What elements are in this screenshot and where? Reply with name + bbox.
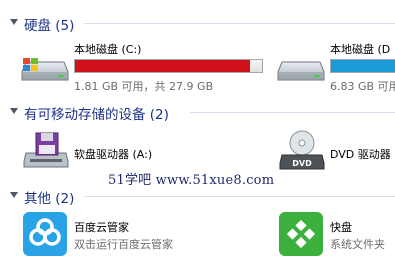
section-divider [190, 112, 395, 113]
drive-usage-fill [331, 60, 395, 72]
drive-usage-bar [330, 59, 395, 73]
collapse-arrow-icon[interactable] [10, 108, 18, 114]
windows-drive-icon [21, 58, 69, 81]
section-header-removable[interactable]: 有可移动存储的设备 (2) [0, 101, 395, 123]
device-name: 软盘驱动器 (A:) [74, 148, 153, 161]
collapse-arrow-icon[interactable] [10, 192, 18, 198]
section-title: 硬盘 (5) [24, 18, 75, 34]
drive-name: 本地磁盘 (D [330, 43, 391, 56]
other-item-baidu-cloud[interactable]: 百度云管家 双击运行百度云管家 [18, 210, 258, 260]
collapse-arrow-icon[interactable] [10, 19, 18, 25]
floppy-drive-icon [23, 132, 69, 168]
section-title: 有可移动存储的设备 (2) [24, 107, 169, 123]
item-name: 快盘 [330, 221, 352, 234]
drive-space-text: 6.83 GB 可用 [330, 80, 395, 93]
section-header-hard-disks[interactable]: 硬盘 (5) [0, 12, 395, 34]
dvd-drive-icon: DVD [279, 130, 325, 170]
device-name: DVD 驱动器 [330, 148, 391, 161]
other-item-kuaipan[interactable]: 快盘 系统文件夹 [274, 210, 395, 260]
drive-item-c[interactable]: 本地磁盘 (C:) 1.81 GB 可用，共 27.9 GB [18, 40, 268, 96]
baidu-cloud-icon [23, 212, 67, 256]
drive-space-text: 1.81 GB 可用，共 27.9 GB [74, 80, 214, 93]
removable-item-floppy[interactable]: 软盘驱动器 (A:) [18, 129, 258, 173]
item-description: 双击运行百度云管家 [74, 238, 173, 251]
section-divider [84, 23, 395, 24]
section-header-other[interactable]: 其他 (2) [0, 185, 395, 207]
drive-usage-bar [74, 59, 263, 73]
kuaipan-icon [279, 212, 323, 256]
item-description: 系统文件夹 [330, 238, 385, 251]
dvd-label: DVD [292, 159, 312, 168]
drive-name: 本地磁盘 (C:) [74, 43, 142, 56]
section-divider [84, 196, 395, 197]
removable-item-dvd[interactable]: DVD DVD 驱动器 [274, 129, 395, 173]
hard-drive-icon [277, 61, 325, 81]
drive-usage-fill [75, 60, 250, 72]
drive-item-d[interactable]: 本地磁盘 (D 6.83 GB 可用 [274, 40, 395, 96]
section-title: 其他 (2) [24, 191, 75, 207]
item-name: 百度云管家 [74, 221, 129, 234]
